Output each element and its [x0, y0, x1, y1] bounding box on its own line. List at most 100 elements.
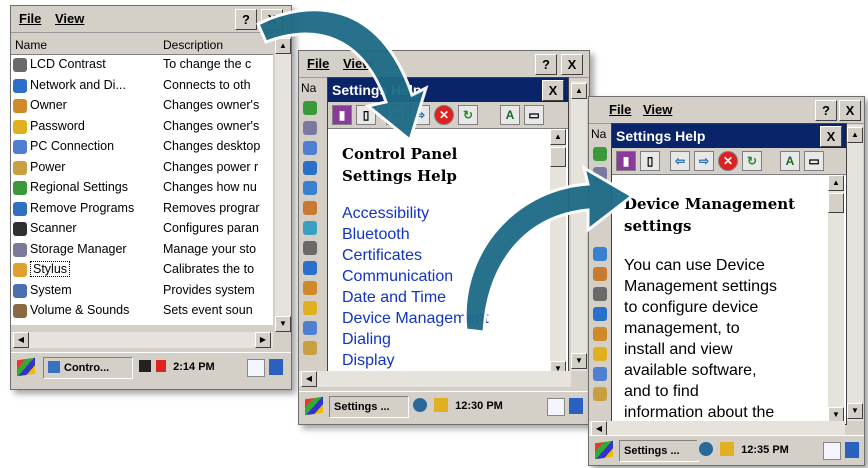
window-icon[interactable]: ▭: [524, 105, 544, 125]
refresh-icon[interactable]: ↻: [458, 105, 478, 125]
control-panel-list: LCD Contrast To change the c Network and D…: [11, 55, 273, 325]
list-item[interactable]: Owner Changes owner's: [11, 96, 273, 116]
list-item[interactable]: Password Changes owner's: [11, 117, 273, 137]
horizontal-scrollbar[interactable]: ◀: [589, 421, 845, 437]
network-icon: [13, 78, 27, 93]
column-name[interactable]: Name: [15, 38, 47, 52]
list-header: Name Description: [11, 36, 273, 55]
list-item[interactable]: Remove Programs Removes prograr: [11, 199, 273, 219]
clock[interactable]: 2:14 PM: [173, 361, 215, 373]
windows-switch-icon[interactable]: [845, 442, 859, 458]
list-icon: [303, 301, 317, 315]
keyboard-input-icon[interactable]: [823, 442, 841, 460]
keyboard-input-icon[interactable]: [247, 359, 265, 377]
close-button[interactable]: X: [839, 100, 861, 121]
scroll-down-icon[interactable]: ▼: [847, 403, 863, 419]
item-description: Removes prograr: [163, 200, 260, 215]
font-size-icon[interactable]: A: [500, 105, 520, 125]
item-name: PC Connection: [30, 139, 115, 153]
help-content: Device Management settings You can use D…: [612, 175, 826, 423]
list-item[interactable]: Power Changes power r: [11, 158, 273, 178]
item-description: Changes how nu: [163, 180, 257, 194]
taskbar-task-button[interactable]: Settings ...: [619, 440, 699, 462]
list-icon: [303, 341, 317, 355]
column-description[interactable]: Description: [163, 38, 223, 52]
help-button[interactable]: ?: [815, 100, 837, 121]
item-description: Changes power r: [163, 159, 259, 174]
help-scrollbar[interactable]: ▲ ▼: [828, 175, 844, 423]
scroll-thumb[interactable]: [828, 193, 844, 213]
scroll-up-icon[interactable]: ▲: [571, 83, 587, 99]
clock[interactable]: 12:30 PM: [455, 400, 503, 412]
scroll-left-icon[interactable]: ◀: [13, 332, 29, 348]
list-item[interactable]: Storage Manager Manage your sto: [11, 240, 273, 260]
paragraph-line: install and view: [624, 341, 733, 358]
paragraph-line: and to find: [624, 383, 699, 400]
menu-file[interactable]: File: [19, 11, 41, 26]
taskbar-task-button[interactable]: Settings ...: [329, 396, 409, 418]
window-icon[interactable]: ▭: [804, 151, 824, 171]
lcd-contrast-icon: [13, 58, 27, 72]
scroll-down-icon[interactable]: ▼: [275, 316, 291, 332]
list-icon: [303, 201, 317, 215]
item-name: Stylus: [30, 261, 71, 277]
stop-icon[interactable]: ✕: [718, 151, 738, 171]
item-name: System: [30, 282, 72, 297]
system-tray: 2:14 PM: [135, 357, 249, 377]
back-arrow-icon[interactable]: ⇦: [670, 151, 690, 171]
network-tray-icon: [413, 398, 427, 412]
list-item[interactable]: System Provides system: [11, 281, 273, 301]
list-icon: [303, 261, 317, 275]
list-item[interactable]: Volume & Sounds Sets event soun: [11, 301, 273, 321]
help-title-bar: Settings Help: [612, 124, 846, 148]
menu-view[interactable]: View: [643, 102, 672, 117]
list-item[interactable]: Regional Settings Changes how nu: [11, 178, 273, 198]
windows-switch-icon[interactable]: [569, 398, 583, 414]
help-paragraph: You can use Device Management settings to …: [624, 255, 826, 423]
keyboard-input-icon[interactable]: [547, 398, 565, 416]
menu-bar: File View ? X: [589, 97, 864, 124]
windows-switch-icon[interactable]: [269, 359, 283, 375]
taskbar-task-button[interactable]: Contro...: [43, 357, 133, 379]
refresh-icon[interactable]: ↻: [742, 151, 762, 171]
item-name: Power: [30, 159, 66, 174]
start-flag-icon[interactable]: [595, 440, 613, 460]
help-close-button[interactable]: X: [542, 80, 564, 101]
battery-icon: [139, 360, 151, 372]
menu-view[interactable]: View: [55, 11, 84, 26]
help-close-button[interactable]: X: [820, 126, 842, 147]
list-item[interactable]: Stylus Calibrates the to: [11, 260, 273, 280]
scroll-left-icon[interactable]: ◀: [301, 371, 317, 387]
list-item[interactable]: Scanner Configures paran: [11, 219, 273, 239]
list-item[interactable]: Network and Di... Connects to oth: [11, 76, 273, 96]
stylus-icon: [13, 263, 27, 277]
list-icon: [593, 387, 607, 401]
volume-icon: [13, 304, 27, 318]
list-item[interactable]: LCD Contrast To change the c: [11, 55, 273, 75]
scroll-up-icon[interactable]: ▲: [828, 175, 844, 191]
paragraph-line: to configure device: [624, 299, 759, 316]
menu-file[interactable]: File: [609, 102, 631, 117]
scroll-up-icon[interactable]: ▲: [847, 127, 863, 143]
scroll-down-icon[interactable]: ▼: [571, 353, 587, 369]
list-item[interactable]: PC Connection Changes desktop: [11, 137, 273, 157]
scroll-right-icon[interactable]: ▶: [255, 332, 271, 348]
forward-arrow-icon[interactable]: ⇨: [694, 151, 714, 171]
start-flag-icon[interactable]: [17, 357, 35, 377]
horizontal-scrollbar[interactable]: ◀: [299, 371, 571, 387]
scroll-up-icon[interactable]: ▲: [550, 129, 566, 145]
list-scrollbar[interactable]: ▲ ▼: [847, 125, 863, 421]
horizontal-scrollbar[interactable]: ◀ ▶: [11, 332, 273, 348]
paragraph-line: management, to: [624, 320, 740, 337]
contents-icon[interactable]: ▯: [640, 151, 660, 171]
clock[interactable]: 12:35 PM: [741, 444, 789, 456]
help-topic-link[interactable]: Display: [342, 350, 550, 371]
start-flag-icon[interactable]: [305, 396, 323, 416]
settings-help-window: Settings Help X ▮ ▯ ⇦ ⇨ ✕ ↻ A ▭ Device M…: [611, 123, 847, 425]
item-name: Regional Settings: [30, 180, 128, 194]
system-tray: 12:30 PM: [409, 396, 543, 416]
list-icon: [303, 221, 317, 235]
help-button[interactable]: ?: [535, 54, 557, 75]
close-button[interactable]: X: [561, 54, 583, 75]
font-size-icon[interactable]: A: [780, 151, 800, 171]
